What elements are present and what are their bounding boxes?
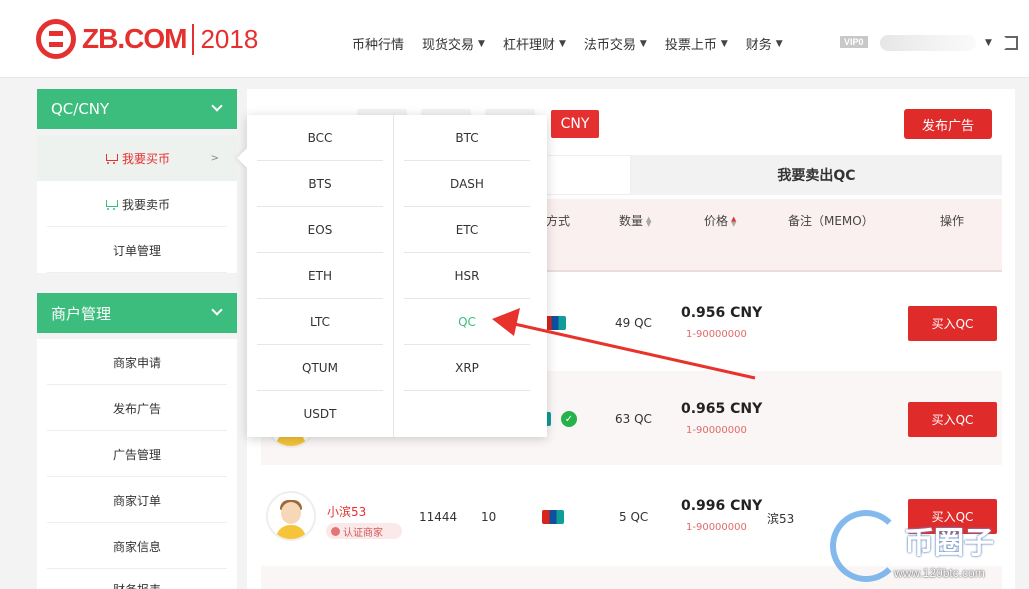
watermark-url: www.120btc.com bbox=[894, 566, 985, 580]
arrow-shaft bbox=[509, 321, 756, 380]
watermark-logo-icon bbox=[830, 510, 902, 582]
annotation-arrow-icon bbox=[492, 308, 756, 380]
watermark: 币圈子 www.120btc.com bbox=[826, 510, 1026, 586]
watermark-title: 币圈子 bbox=[904, 526, 994, 561]
arrow-head bbox=[492, 308, 520, 336]
